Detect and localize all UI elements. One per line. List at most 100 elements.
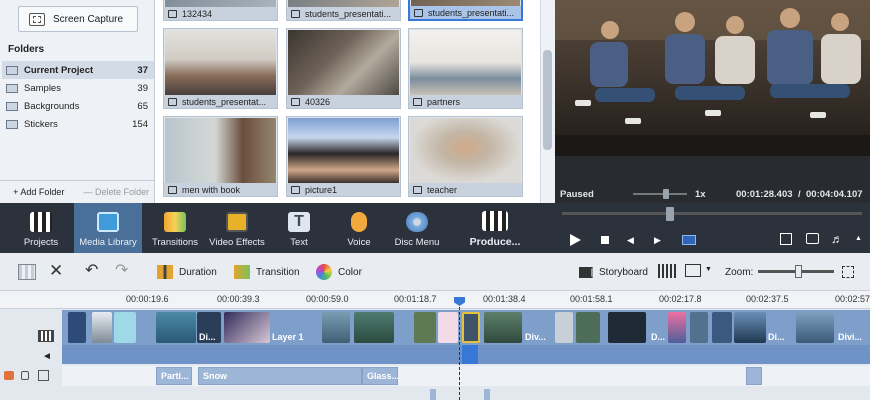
color-button[interactable]: Color — [316, 253, 362, 291]
effect-clip[interactable] — [746, 367, 762, 385]
timeline-clip[interactable] — [322, 312, 350, 343]
split-icon[interactable] — [682, 235, 696, 245]
snapshot-icon[interactable] — [806, 233, 819, 244]
lock-icon[interactable] — [21, 371, 29, 380]
tab-voice[interactable]: Voice — [336, 203, 382, 253]
timeline-clip[interactable] — [224, 312, 270, 343]
media-item[interactable]: partners — [408, 28, 523, 109]
media-item[interactable]: students_presentat... — [163, 28, 278, 109]
timeline-clip[interactable] — [608, 312, 646, 343]
timeline-clip[interactable] — [92, 312, 112, 343]
image-icon — [291, 9, 300, 18]
timeline-clip[interactable] — [414, 312, 436, 343]
seek-bar-thumb[interactable] — [666, 207, 674, 221]
stop-icon[interactable] — [601, 236, 609, 244]
duration-label: Duration — [179, 266, 217, 278]
media-scrollbar-thumb[interactable] — [543, 50, 552, 150]
folder-item-current-project[interactable]: Current Project 37 — [2, 61, 154, 79]
media-item[interactable]: 132434 — [163, 0, 278, 21]
timeline-clip[interactable] — [68, 312, 86, 343]
tab-video-effects[interactable]: Video Effects — [206, 203, 268, 253]
effect-clip[interactable]: Glass... — [362, 367, 399, 385]
timeline-clip[interactable] — [712, 312, 732, 343]
undo-icon[interactable]: ↶ — [85, 262, 98, 280]
timeline-clip[interactable]: Di... — [197, 312, 221, 343]
tab-label: Voice — [347, 237, 371, 248]
audio-levels-icon[interactable] — [658, 264, 676, 278]
thumbnail — [288, 30, 399, 95]
add-folder-button[interactable]: + Add Folder — [0, 181, 78, 203]
playback-status: Paused — [560, 189, 594, 200]
seek-bar[interactable] — [562, 212, 862, 215]
timeline-clip[interactable] — [796, 312, 834, 343]
volume-icon[interactable]: ♬ — [831, 233, 843, 245]
delete-icon[interactable]: ✕ — [49, 262, 63, 280]
timeline-clip[interactable] — [576, 312, 600, 343]
ruler-tick: 00:01:18.7 — [394, 294, 437, 304]
disc-icon — [406, 212, 428, 232]
timeline-clip[interactable] — [555, 312, 573, 343]
media-item[interactable]: teacher — [408, 116, 523, 197]
clip-label: Di... — [199, 332, 216, 342]
monitor-icon[interactable] — [685, 264, 701, 277]
folder-count: 65 — [137, 100, 148, 112]
produce-button[interactable]: Produce... — [462, 203, 528, 253]
timeline-clip[interactable] — [690, 312, 708, 343]
effect-clip[interactable]: Snow — [198, 367, 362, 385]
folder-item-stickers[interactable]: Stickers 154 — [2, 115, 154, 133]
folder-count: 37 — [137, 64, 148, 76]
ruler-tick: 00:01:58.1 — [570, 294, 613, 304]
folder-item-samples[interactable]: Samples 39 — [2, 79, 154, 97]
media-label: men with book — [182, 184, 241, 195]
clip-label: Layer 1 — [272, 332, 304, 342]
timeline-clip[interactable] — [462, 312, 480, 343]
next-frame-icon[interactable]: ▶ — [654, 235, 664, 245]
media-item[interactable]: picture1 — [286, 116, 401, 197]
speed-slider-thumb[interactable] — [663, 189, 669, 199]
effect-clip[interactable]: Parti... — [156, 367, 192, 385]
timeline-clip[interactable] — [484, 312, 522, 343]
speed-slider[interactable] — [633, 193, 687, 195]
playhead[interactable] — [459, 297, 460, 400]
tab-disc-menu[interactable]: Disc Menu — [392, 203, 442, 253]
duration-button[interactable]: Duration — [157, 253, 217, 291]
fullscreen-icon[interactable] — [780, 233, 792, 245]
overlay-marker[interactable] — [430, 389, 436, 400]
monitor-dropdown-icon[interactable]: ▼ — [705, 266, 712, 273]
timeline-clip[interactable] — [156, 312, 196, 343]
storyboard-view-icon[interactable] — [18, 264, 36, 280]
timeline-clip[interactable] — [354, 312, 394, 343]
volume-dropdown-icon[interactable]: ▲ — [855, 235, 862, 242]
overlay-track[interactable] — [62, 388, 870, 400]
image-icon — [168, 9, 177, 18]
previous-frame-icon[interactable]: ◀ — [627, 235, 637, 245]
media-item[interactable]: 40326 — [286, 28, 401, 109]
timeline-clip[interactable] — [114, 312, 136, 343]
zoom-slider-thumb[interactable] — [795, 265, 802, 278]
media-item[interactable]: students_presentati... — [408, 0, 523, 21]
tab-projects[interactable]: Projects — [10, 203, 72, 253]
selected-audio-segment[interactable] — [462, 345, 478, 364]
play-icon[interactable] — [570, 234, 581, 246]
redo-icon[interactable]: ↷ — [115, 262, 128, 280]
tab-text[interactable]: T Text — [276, 203, 322, 253]
tab-transitions[interactable]: Transitions — [146, 203, 204, 253]
tab-media-library[interactable]: Media Library — [74, 203, 142, 253]
media-item[interactable]: men with book — [163, 116, 278, 197]
screen-capture-button[interactable]: Screen Capture — [18, 6, 138, 32]
effects-icon[interactable] — [38, 370, 49, 381]
overlay-marker[interactable] — [484, 389, 490, 400]
image-icon — [168, 185, 177, 194]
timeline-clip[interactable] — [734, 312, 766, 343]
storyboard-button[interactable]: Storyboard — [579, 253, 648, 291]
tab-label: Transitions — [151, 237, 199, 248]
folder-actions: + Add Folder — Delete Folder — [0, 180, 155, 203]
media-item[interactable]: students_presentati... — [286, 0, 401, 21]
transition-button[interactable]: Transition — [234, 253, 300, 291]
delete-folder-button[interactable]: — Delete Folder — [78, 181, 156, 203]
video-track-icon — [38, 330, 54, 342]
folder-item-backgrounds[interactable]: Backgrounds 65 — [2, 97, 154, 115]
timeline-clip[interactable] — [668, 312, 686, 343]
timeline-clip[interactable] — [438, 312, 458, 343]
fit-timeline-icon[interactable] — [842, 266, 854, 278]
